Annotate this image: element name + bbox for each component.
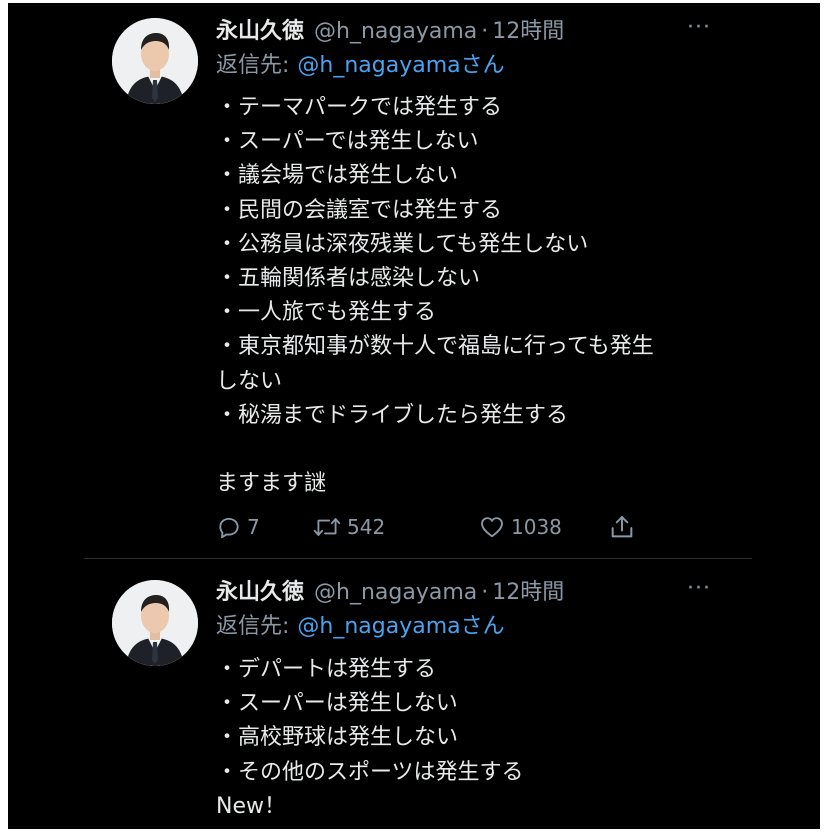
reply-label: 返信先:: [216, 53, 290, 78]
reply-to-link[interactable]: @h_nagayamaさん: [297, 53, 504, 78]
tweet-line: ・スーパーでは発生しない: [216, 129, 479, 155]
tweet-line: [216, 433, 776, 467]
author-name[interactable]: 永山久徳: [216, 15, 304, 49]
timestamp[interactable]: 12時間: [492, 15, 564, 49]
timestamp[interactable]: 12時間: [492, 576, 564, 610]
like-count: 1038: [511, 515, 562, 539]
tweet-line: ・その他のスポーツは発生する: [216, 759, 524, 785]
tweet-line: ・デパートは発生する: [216, 657, 437, 682]
tweet-header: 永山久徳 @h_nagayama · 12時間: [216, 15, 564, 49]
tweet-line: ますます謎: [216, 471, 327, 497]
tweet-line: ・テーマパークでは発生する: [216, 95, 503, 120]
reply-to-link[interactable]: @h_nagayamaさん: [297, 614, 504, 639]
tweet-line: ・東京都知事が数十人で福島に行っても発生: [216, 334, 654, 360]
author-name[interactable]: 永山久徳: [216, 576, 304, 610]
author-handle[interactable]: @h_nagayama: [314, 15, 477, 49]
separator: ·: [481, 19, 489, 44]
share-button[interactable]: [608, 509, 641, 545]
reply-count: 7: [247, 515, 260, 539]
like-button[interactable]: 1038: [478, 509, 562, 545]
tweet-line: しない: [216, 368, 283, 394]
retweet-icon: [312, 514, 347, 540]
tweet-header: 永山久徳 @h_nagayama · 12時間: [216, 576, 564, 610]
share-icon: [608, 513, 641, 541]
reply-label: 返信先:: [216, 614, 290, 639]
retweet-count: 542: [347, 515, 386, 539]
reply-context: 返信先: @h_nagayamaさん: [216, 49, 505, 83]
tweet[interactable]: 永山久徳 @h_nagayama · 12時間 ··· 返信先: @h_nagay…: [8, 3, 820, 558]
tweet-line: ・スーパーは発生しない: [216, 691, 458, 717]
tweet-line: ・一人旅でも発生する: [216, 300, 437, 326]
reply-icon: [216, 514, 247, 540]
tweet-line: ・高校野球は発生しない: [216, 725, 459, 751]
tweet-line: ・秘湯までドライブしたら発生する: [216, 402, 569, 428]
tweet-line: ・民間の会議室では発生する: [216, 197, 503, 223]
reply-button[interactable]: 7: [216, 509, 260, 545]
tweet[interactable]: 永山久徳 @h_nagayama · 12時間 ··· 返信先: @h_nagay…: [8, 559, 820, 829]
more-options-icon[interactable]: ···: [682, 574, 716, 608]
avatar[interactable]: [112, 580, 198, 666]
retweet-button[interactable]: 542: [312, 509, 385, 545]
tweet-text: ・デパートは発生する ・スーパーは発生しない ・高校野球は発生しない ・その他の…: [216, 653, 776, 824]
tweet-line: ・公務員は深夜残業しても発生しない: [216, 231, 589, 257]
timeline: 永山久徳 @h_nagayama · 12時間 ··· 返信先: @h_nagay…: [8, 3, 820, 829]
tweet-text: ・テーマパークでは発生する ・スーパーでは発生しない ・議会場では発生しない ・…: [216, 91, 776, 501]
author-handle[interactable]: @h_nagayama: [314, 576, 477, 610]
avatar[interactable]: [112, 18, 198, 104]
tweet-line: New！: [216, 793, 286, 819]
tweet-actions: 7 542 1038: [216, 509, 676, 545]
tweet-line: ・議会場では発生しない: [216, 163, 459, 189]
separator: ·: [481, 580, 489, 605]
more-options-icon[interactable]: ···: [682, 13, 716, 47]
heart-icon: [478, 514, 511, 540]
tweet-line: ・五輪関係者は感染しない: [216, 266, 481, 292]
reply-context: 返信先: @h_nagayamaさん: [216, 610, 505, 644]
